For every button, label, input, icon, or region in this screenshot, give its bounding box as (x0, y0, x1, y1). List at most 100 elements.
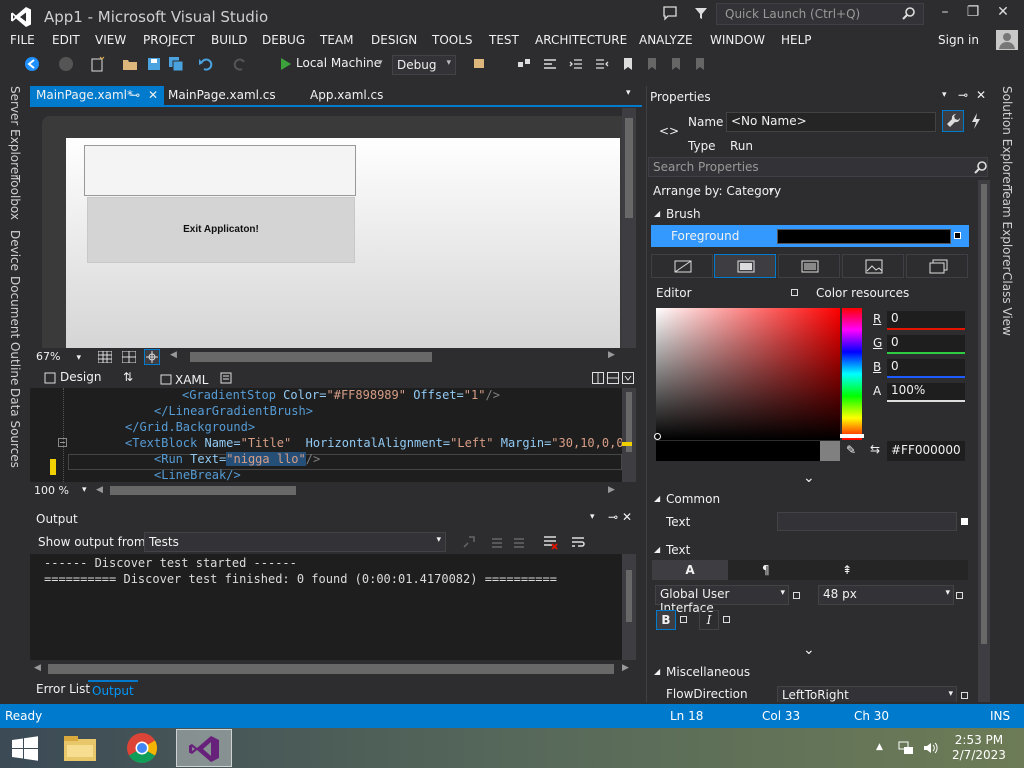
find-in-files-icon[interactable] (472, 56, 488, 72)
xaml-tab[interactable]: XAML (175, 373, 208, 387)
text-section-header[interactable]: Text (666, 543, 690, 557)
color-picker-area[interactable] (656, 308, 840, 440)
misc-section-header[interactable]: Miscellaneous (666, 665, 750, 679)
foreground-color-swatch[interactable] (777, 229, 951, 244)
editor-options-marker[interactable] (791, 289, 798, 296)
expand-common-icon[interactable]: ◢ (654, 494, 660, 503)
scroll-thumb[interactable] (981, 184, 987, 644)
menu-window[interactable]: WINDOW (710, 33, 765, 47)
output-menu-icon[interactable]: ▾ (590, 512, 595, 522)
font-size-dropdown[interactable]: 48 px ▾ (818, 585, 954, 605)
expand-brush-icon[interactable]: ◢ (654, 209, 660, 218)
blue-value-input[interactable]: 0 (887, 359, 965, 378)
new-project-icon[interactable] (90, 56, 106, 72)
pin-icon[interactable]: ⊸ (608, 510, 618, 524)
font-size-marker[interactable] (956, 592, 963, 599)
search-icon[interactable] (902, 6, 916, 20)
taskbar-visual-studio[interactable] (176, 729, 232, 767)
text-advanced-marker[interactable] (961, 518, 968, 525)
snap-lines-icon[interactable] (144, 349, 160, 365)
close-icon[interactable]: ✕ (622, 510, 632, 524)
alpha-value-input[interactable]: 100% (887, 383, 965, 402)
quick-launch-input[interactable]: Quick Launch (Ctrl+Q) (716, 3, 924, 25)
events-lightning-icon[interactable] (966, 110, 986, 132)
code-zoom-value[interactable]: 100 % (34, 484, 69, 497)
text-property-input[interactable] (777, 512, 957, 531)
scroll-right-icon[interactable]: ▶ (608, 350, 615, 360)
menu-debug[interactable]: DEBUG (262, 33, 305, 47)
menu-test[interactable]: TEST (489, 33, 519, 47)
solid-brush-button[interactable] (714, 254, 776, 278)
popout-icon[interactable] (220, 372, 232, 384)
bold-marker[interactable] (680, 616, 687, 623)
toggle-word-wrap-icon[interactable] (570, 534, 586, 550)
xaml-code-editor[interactable]: − <GradientStop Color="#FF898989" Offset… (30, 388, 622, 482)
expand-text-icon[interactable]: ◢ (654, 545, 660, 554)
undo-icon[interactable] (198, 56, 214, 72)
prev-bookmark-icon[interactable] (644, 56, 660, 72)
start-button[interactable] (0, 729, 50, 767)
restore-button[interactable]: ❐ (960, 4, 986, 24)
line-spacing-tab-icon[interactable]: ⇞ (842, 560, 856, 580)
redo-icon[interactable] (232, 56, 248, 72)
snap-grid-icon[interactable] (121, 350, 137, 364)
swap-panes-icon[interactable]: ⇅ (123, 370, 133, 384)
data-sources-tab[interactable]: Data Sources (8, 388, 22, 468)
avatar[interactable] (996, 30, 1018, 50)
tab-mainpage-xaml-cs[interactable]: MainPage.xaml.cs (162, 86, 282, 106)
swap-colors-icon[interactable]: ⇆ (870, 442, 880, 456)
menu-build[interactable]: BUILD (211, 33, 247, 47)
properties-scrollbar[interactable] (978, 180, 990, 702)
expand-more-icon[interactable]: ⌄ (803, 470, 815, 486)
grid-icon[interactable] (97, 350, 113, 364)
italic-marker[interactable] (723, 616, 730, 623)
advanced-options-marker[interactable] (954, 232, 961, 239)
solution-icon[interactable] (516, 56, 532, 72)
bookmark-icon[interactable] (620, 56, 636, 72)
editor-tab[interactable]: Editor (656, 286, 692, 300)
scroll-right-icon[interactable]: ▶ (622, 663, 629, 673)
name-field[interactable]: <No Name> (726, 112, 936, 132)
close-icon[interactable]: ✕ (976, 88, 986, 102)
hue-slider[interactable] (842, 308, 862, 440)
red-value-input[interactable]: 0 (887, 311, 965, 330)
tab-overflow-icon[interactable]: ▾ (626, 88, 631, 98)
tab-error-list[interactable]: Error List (36, 682, 90, 696)
hue-slider-handle[interactable] (840, 434, 864, 438)
minimize-button[interactable]: – (932, 4, 958, 24)
common-section-header[interactable]: Common (666, 492, 720, 506)
arrange-by-dropdown[interactable]: Arrange by: Category (653, 184, 781, 198)
menu-edit[interactable]: EDIT (52, 33, 80, 47)
brush-section-header[interactable]: Brush (666, 207, 701, 221)
taskbar-clock[interactable]: 2:53 PM 2/7/2023 (952, 733, 1006, 763)
run-target-dropdown-icon[interactable]: ▾ (378, 58, 383, 68)
indent-icon[interactable] (568, 56, 584, 72)
font-tab-icon[interactable]: A (652, 560, 728, 580)
pin-icon[interactable]: ⊸ (130, 88, 140, 102)
collapse-region-icon[interactable]: − (58, 438, 67, 447)
taskbar-file-explorer[interactable] (52, 729, 108, 767)
scroll-left-icon[interactable]: ◀ (34, 663, 41, 673)
color-resources-tab[interactable]: Color resources (816, 286, 909, 300)
expand-misc-icon[interactable]: ◢ (654, 667, 660, 676)
start-debugging-icon[interactable] (278, 56, 294, 72)
eyedropper-icon[interactable]: ✎ (846, 443, 856, 457)
menu-architecture[interactable]: ARCHITECTURE (535, 33, 627, 47)
tab-mainpage-xaml[interactable]: MainPage.xaml* ⊸ ✕ (30, 86, 164, 106)
run-target-label[interactable]: Local Machine (296, 56, 381, 70)
font-family-dropdown[interactable]: Global User Interface ▾ (655, 585, 789, 615)
search-properties-input[interactable]: Search Properties (648, 157, 988, 177)
volume-icon[interactable] (922, 740, 938, 756)
search-icon[interactable] (974, 160, 988, 174)
back-icon[interactable] (24, 56, 40, 72)
output-source-dropdown[interactable]: Tests ▾ (144, 532, 446, 552)
find-message-icon[interactable] (462, 535, 476, 549)
team-explorer-tab[interactable]: Team Explorer (1000, 186, 1014, 272)
save-all-icon[interactable] (168, 56, 184, 72)
output-text-area[interactable]: ------ Discover test started ------ ====… (30, 554, 622, 660)
properties-wrench-icon[interactable] (942, 110, 964, 132)
horizontal-split-icon[interactable] (607, 372, 619, 384)
menu-view[interactable]: VIEW (95, 33, 126, 47)
toolbox-tab[interactable]: Toolbox (8, 175, 22, 220)
color-picker-handle[interactable] (654, 433, 661, 440)
